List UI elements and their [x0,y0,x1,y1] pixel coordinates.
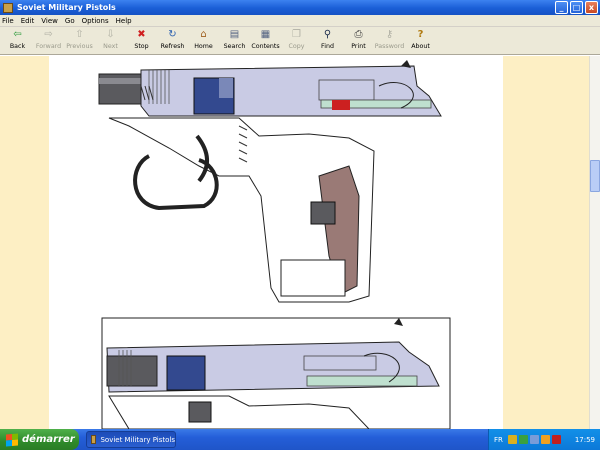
home-icon: ⌂ [200,29,207,40]
binoculars-icon: ⚲ [323,29,332,40]
close-button[interactable]: x [585,1,598,14]
previous-button[interactable]: ⇧ Previous [64,27,95,54]
trigger-guard [133,154,219,211]
key-icon: ⚷ [385,29,394,40]
previous-label: Previous [66,43,93,50]
print-label: Print [351,43,366,50]
start-label: démarrer [22,434,75,445]
red-part [332,100,350,110]
tray-messenger-icon[interactable] [540,435,550,444]
up-arrow-icon: ⇧ [75,29,84,40]
about-icon: ? [417,29,424,40]
app-icon [3,2,13,13]
trigger-2 [188,401,212,423]
tray-speaker-icon[interactable] [529,435,539,444]
barrel-highlight [99,78,147,84]
search-label: Search [223,43,246,50]
about-button[interactable]: ? About [405,27,436,54]
page-margin-right [503,56,589,429]
refresh-label: Refresh [160,43,185,50]
tray-app-icon[interactable] [507,435,517,444]
toolbar: ⇦ Back ⇨ Forward ⇧ Previous ⇩ Next ✖ Sto… [0,27,600,55]
next-label: Next [103,43,118,50]
firing-pin-area-2 [303,355,377,371]
task-label: Soviet Military Pistols [100,435,175,444]
scrollbar-thumb[interactable] [590,160,600,192]
menu-go[interactable]: Go [65,17,75,25]
refresh-button[interactable]: ↻ Refresh [157,27,188,54]
menu-file[interactable]: File [2,17,14,25]
maximize-button[interactable]: □ [570,1,583,14]
menu-help[interactable]: Help [116,17,132,25]
search-button[interactable]: ▤ Search [219,27,250,54]
menu-options[interactable]: Options [82,17,109,25]
contents-label: Contents [251,43,280,50]
windows-logo-icon [6,432,18,447]
pistol-diagram-1 [98,60,442,303]
copy-button[interactable]: ❐ Copy [281,27,312,54]
stop-label: Stop [134,43,149,50]
locking-block-highlight [219,78,233,98]
forward-button[interactable]: ⇨ Forward [33,27,64,54]
menu-edit[interactable]: Edit [21,17,35,25]
title-bar[interactable]: Soviet Military Pistols _ □ x [0,0,600,15]
back-arrow-icon: ⇦ [13,29,22,40]
magazine-catch [310,201,336,225]
page-margin-left [0,56,49,429]
password-button[interactable]: ⚷ Password [374,27,405,54]
back-button[interactable]: ⇦ Back [2,27,33,54]
document-page [49,56,503,429]
find-label: Find [321,43,334,50]
print-button[interactable]: ⎙ Print [343,27,374,54]
pistol-diagrams [98,60,451,429]
application-window: Soviet Military Pistols _ □ x File Edit … [0,0,600,450]
copy-icon: ❐ [292,29,301,40]
window-title: Soviet Military Pistols [17,3,116,12]
language-indicator[interactable]: FR [494,436,503,444]
home-label: Home [194,43,213,50]
clock: 17:59 [574,435,595,444]
password-label: Password [374,43,405,50]
forward-label: Forward [35,43,62,50]
vertical-scrollbar[interactable] [589,56,600,429]
about-label: About [411,43,430,50]
contents-button[interactable]: ▦ Contents [250,27,281,54]
content-area[interactable] [0,56,600,429]
minimize-button[interactable]: _ [555,1,568,14]
app-icon [91,435,97,444]
tray-network-icon[interactable] [518,435,528,444]
taskbar-item-soviet-military-pistols[interactable]: Soviet Military Pistols [86,431,176,448]
barrel-2 [106,355,158,387]
magazine [280,259,346,297]
refresh-icon: ↻ [168,29,177,40]
window-controls: _ □ x [555,1,598,14]
find-button[interactable]: ⚲ Find [312,27,343,54]
slide [140,65,442,117]
printer-icon: ⎙ [354,29,363,40]
start-button[interactable]: démarrer [0,429,79,450]
next-button[interactable]: ⇩ Next [95,27,126,54]
pistol-diagram-2 [101,317,451,429]
forward-arrow-icon: ⇨ [44,29,53,40]
taskbar: démarrer Soviet Military Pistols FR 17:5… [0,429,600,450]
tray-mail-icon[interactable] [551,435,561,444]
firing-pin-area [318,79,375,101]
menu-bar: File Edit View Go Options Help [0,15,600,27]
home-button[interactable]: ⌂ Home [188,27,219,54]
locking-block-2 [166,355,206,391]
copy-label: Copy [288,43,305,50]
green-part-2 [306,375,418,387]
stop-button[interactable]: ✖ Stop [126,27,157,54]
back-label: Back [9,43,26,50]
down-arrow-icon: ⇩ [106,29,115,40]
menu-view[interactable]: View [41,17,58,25]
search-icon: ▤ [229,29,240,40]
stop-icon: ✖ [137,29,146,40]
contents-icon: ▦ [260,29,271,40]
system-tray: FR 17:59 [488,429,600,450]
